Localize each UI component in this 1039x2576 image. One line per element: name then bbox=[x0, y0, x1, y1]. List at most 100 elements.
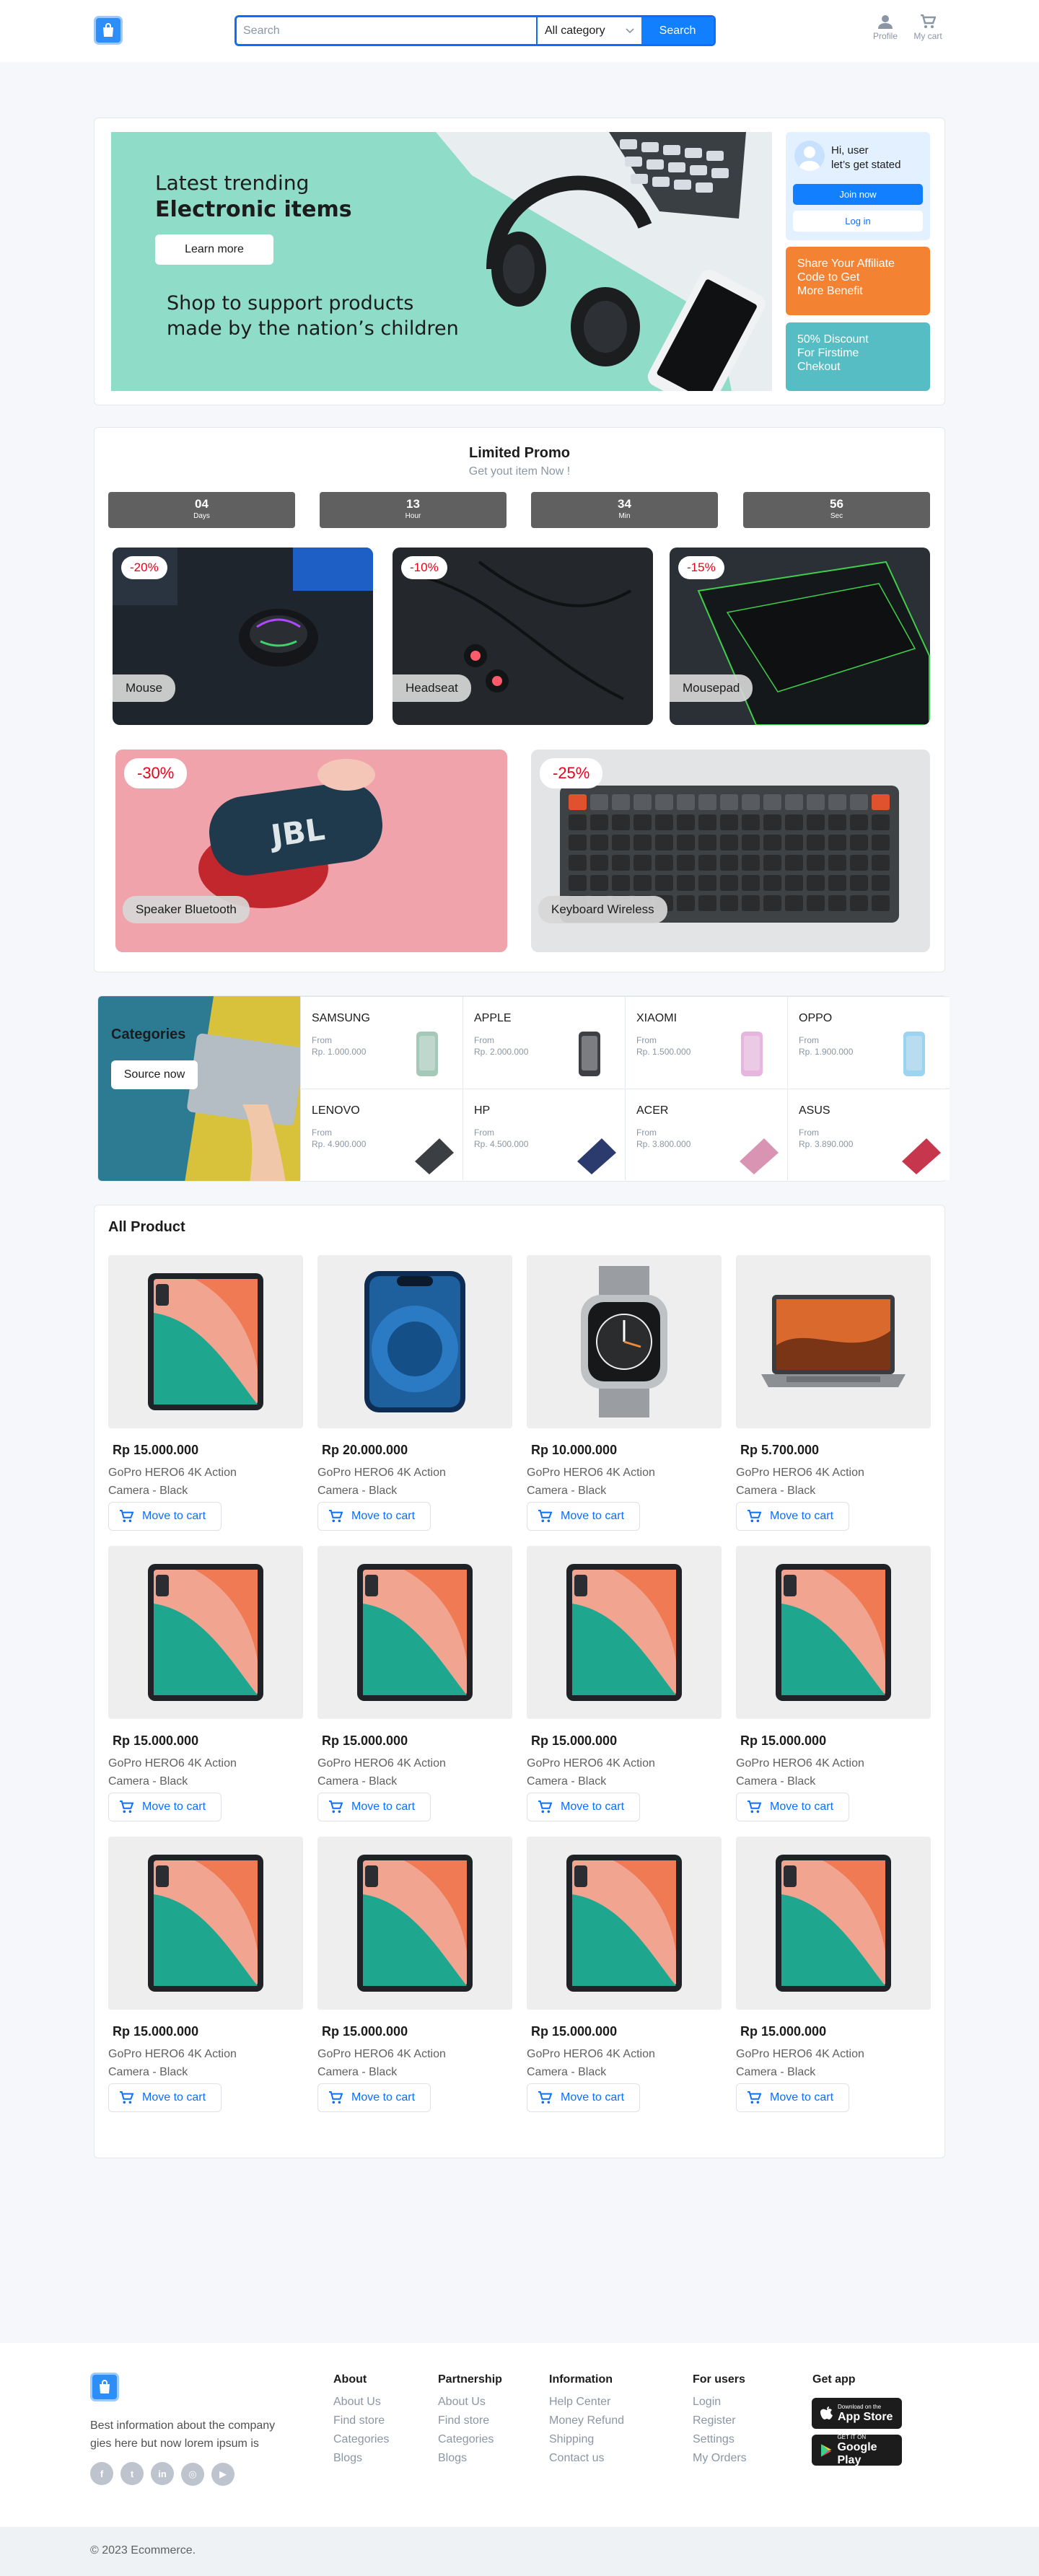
youtube-icon[interactable]: ▶ bbox=[211, 2462, 234, 2486]
product-title[interactable]: GoPro HERO6 4K Action Camera - Black bbox=[527, 2045, 671, 2081]
facebook-icon[interactable]: f bbox=[90, 2462, 113, 2485]
category-item-hp[interactable]: HP From Rp. 4.500.000 bbox=[462, 1089, 625, 1180]
product-card[interactable]: Rp 15.000.000 GoPro HERO6 4K Action Camer… bbox=[108, 1546, 304, 1821]
product-card[interactable]: Rp 15.000.000 GoPro HERO6 4K Action Camer… bbox=[317, 1546, 514, 1821]
learn-more-button[interactable]: Learn more bbox=[155, 234, 273, 265]
product-image-tablet[interactable] bbox=[527, 1837, 722, 2010]
google-play-button[interactable]: GET IT ON Google Play bbox=[812, 2434, 902, 2466]
move-to-cart-button[interactable]: Move to cart bbox=[108, 1793, 222, 1821]
product-image-phone[interactable] bbox=[317, 1255, 512, 1428]
move-to-cart-button[interactable]: Move to cart bbox=[736, 1793, 849, 1821]
category-item-apple[interactable]: APPLE From Rp. 2.000.000 bbox=[462, 996, 625, 1088]
product-title[interactable]: GoPro HERO6 4K Action Camera - Black bbox=[527, 1754, 671, 1790]
product-title[interactable]: GoPro HERO6 4K Action Camera - Black bbox=[108, 1754, 253, 1790]
product-card[interactable]: Rp 15.000.000 GoPro HERO6 4K Action Camer… bbox=[317, 1837, 514, 2112]
category-item-oppo[interactable]: OPPO From Rp. 1.900.000 bbox=[787, 996, 950, 1088]
product-card[interactable]: Rp 15.000.000 GoPro HERO6 4K Action Camer… bbox=[736, 1546, 932, 1821]
product-card[interactable]: Rp 15.000.000 GoPro HERO6 4K Action Camer… bbox=[108, 1255, 304, 1531]
footer-link[interactable]: Register bbox=[693, 2414, 747, 2427]
move-to-cart-button[interactable]: Move to cart bbox=[527, 2083, 640, 2112]
footer-link[interactable]: Money Refund bbox=[549, 2414, 624, 2427]
move-to-cart-button[interactable]: Move to cart bbox=[317, 1502, 431, 1531]
search-input[interactable] bbox=[237, 17, 536, 44]
footer-link[interactable]: Contact us bbox=[549, 2452, 624, 2465]
footer-link[interactable]: My Orders bbox=[693, 2452, 747, 2465]
footer-link[interactable]: Categories bbox=[333, 2433, 389, 2446]
footer-link[interactable]: About Us bbox=[333, 2396, 389, 2409]
move-to-cart-button[interactable]: Move to cart bbox=[317, 1793, 431, 1821]
move-to-cart-button[interactable]: Move to cart bbox=[527, 1793, 640, 1821]
product-image-tablet[interactable] bbox=[108, 1546, 303, 1719]
footer-link[interactable]: Login bbox=[693, 2396, 747, 2409]
category-select[interactable]: All category bbox=[536, 17, 641, 44]
category-item-xiaomi[interactable]: XIAOMI From Rp. 1.500.000 bbox=[625, 996, 787, 1088]
footer-link[interactable]: About Us bbox=[438, 2396, 502, 2409]
promo-card-keyboard[interactable]: -25% Keyboard Wireless bbox=[531, 749, 930, 952]
product-price: Rp 15.000.000 bbox=[113, 1443, 199, 1457]
brand-logo[interactable] bbox=[94, 16, 123, 45]
category-item-lenovo[interactable]: LENOVO From Rp. 4.900.000 bbox=[300, 1089, 462, 1180]
login-button[interactable]: Log in bbox=[793, 211, 923, 232]
footer-link[interactable]: Blogs bbox=[438, 2452, 502, 2465]
app-store-button[interactable]: Download on the App Store bbox=[812, 2398, 902, 2429]
promo-card-mousepad[interactable]: -15% Mousepad bbox=[670, 548, 930, 725]
product-image-watch[interactable] bbox=[527, 1255, 722, 1428]
product-card[interactable]: Rp 15.000.000 GoPro HERO6 4K Action Camer… bbox=[736, 1837, 932, 2112]
search-button[interactable]: Search bbox=[641, 17, 714, 44]
product-title[interactable]: GoPro HERO6 4K Action Camera - Black bbox=[736, 1754, 880, 1790]
linkedin-icon[interactable]: in bbox=[151, 2462, 174, 2485]
join-now-button[interactable]: Join now bbox=[793, 184, 923, 205]
product-image-tablet[interactable] bbox=[108, 1255, 303, 1428]
promo-card-speaker[interactable]: JBL -30% Speaker Bluetooth bbox=[115, 749, 507, 952]
move-to-cart-button[interactable]: Move to cart bbox=[736, 1502, 849, 1531]
promo-card-headseat[interactable]: -10% Headseat bbox=[393, 548, 653, 725]
product-card[interactable]: Rp 15.000.000 GoPro HERO6 4K Action Camer… bbox=[527, 1546, 723, 1821]
footer-link[interactable]: Find store bbox=[333, 2414, 389, 2427]
footer-link[interactable]: Help Center bbox=[549, 2396, 624, 2409]
product-card[interactable]: Rp 10.000.000 GoPro HERO6 4K Action Camer… bbox=[527, 1255, 723, 1531]
product-title[interactable]: GoPro HERO6 4K Action Camera - Black bbox=[317, 1464, 462, 1500]
product-card[interactable]: Rp 5.700.000 GoPro HERO6 4K Action Camera… bbox=[736, 1255, 932, 1531]
profile-link[interactable]: Profile bbox=[867, 14, 903, 41]
move-to-cart-button[interactable]: Move to cart bbox=[317, 2083, 431, 2112]
move-to-cart-button[interactable]: Move to cart bbox=[108, 2083, 222, 2112]
product-card[interactable]: Rp 20.000.000 GoPro HERO6 4K Action Camer… bbox=[317, 1255, 514, 1531]
move-to-cart-button[interactable]: Move to cart bbox=[527, 1502, 640, 1531]
product-image-tablet[interactable] bbox=[736, 1546, 931, 1719]
footer-link[interactable]: Shipping bbox=[549, 2433, 624, 2446]
product-image-laptop[interactable] bbox=[736, 1255, 931, 1428]
product-title[interactable]: GoPro HERO6 4K Action Camera - Black bbox=[108, 2045, 253, 2081]
product-title[interactable]: GoPro HERO6 4K Action Camera - Black bbox=[527, 1464, 671, 1500]
product-image-tablet[interactable] bbox=[108, 1837, 303, 2010]
product-image-tablet[interactable] bbox=[317, 1837, 512, 2010]
affiliate-banner[interactable]: Share Your Affiliate Code to Get More Be… bbox=[786, 247, 930, 315]
source-now-button[interactable]: Source now bbox=[111, 1060, 198, 1089]
footer-link[interactable]: Categories bbox=[438, 2433, 502, 2446]
twitter-icon[interactable]: t bbox=[120, 2462, 144, 2485]
footer-link[interactable]: Find store bbox=[438, 2414, 502, 2427]
product-image-tablet[interactable] bbox=[527, 1546, 722, 1719]
move-to-cart-button[interactable]: Move to cart bbox=[108, 1502, 222, 1531]
product-card[interactable]: Rp 15.000.000 GoPro HERO6 4K Action Camer… bbox=[527, 1837, 723, 2112]
category-item-asus[interactable]: ASUS From Rp. 3.890.000 bbox=[787, 1089, 950, 1180]
discount-banner[interactable]: 50% Discount For Firstime Chekout bbox=[786, 322, 930, 391]
footer-logo[interactable] bbox=[90, 2373, 119, 2401]
footer-link[interactable]: Blogs bbox=[333, 2452, 389, 2465]
category-item-samsung[interactable]: SAMSUNG From Rp. 1.000.000 bbox=[300, 996, 462, 1088]
category-price-value: Rp. 3.800.000 bbox=[636, 1139, 691, 1149]
chevron-down-icon bbox=[626, 27, 634, 33]
cart-link[interactable]: My cart bbox=[910, 14, 946, 41]
product-image-tablet[interactable] bbox=[736, 1837, 931, 2010]
product-title[interactable]: GoPro HERO6 4K Action Camera - Black bbox=[736, 1464, 880, 1500]
category-item-acer[interactable]: ACER From Rp. 3.800.000 bbox=[625, 1089, 787, 1180]
promo-card-mouse[interactable]: -20% Mouse bbox=[113, 548, 373, 725]
product-title[interactable]: GoPro HERO6 4K Action Camera - Black bbox=[736, 2045, 880, 2081]
product-card[interactable]: Rp 15.000.000 GoPro HERO6 4K Action Camer… bbox=[108, 1837, 304, 2112]
product-title[interactable]: GoPro HERO6 4K Action Camera - Black bbox=[317, 2045, 462, 2081]
move-to-cart-button[interactable]: Move to cart bbox=[736, 2083, 849, 2112]
instagram-icon[interactable]: ◎ bbox=[181, 2462, 204, 2486]
product-image-tablet[interactable] bbox=[317, 1546, 512, 1719]
product-title[interactable]: GoPro HERO6 4K Action Camera - Black bbox=[108, 1464, 253, 1500]
footer-link[interactable]: Settings bbox=[693, 2433, 747, 2446]
product-title[interactable]: GoPro HERO6 4K Action Camera - Black bbox=[317, 1754, 462, 1790]
